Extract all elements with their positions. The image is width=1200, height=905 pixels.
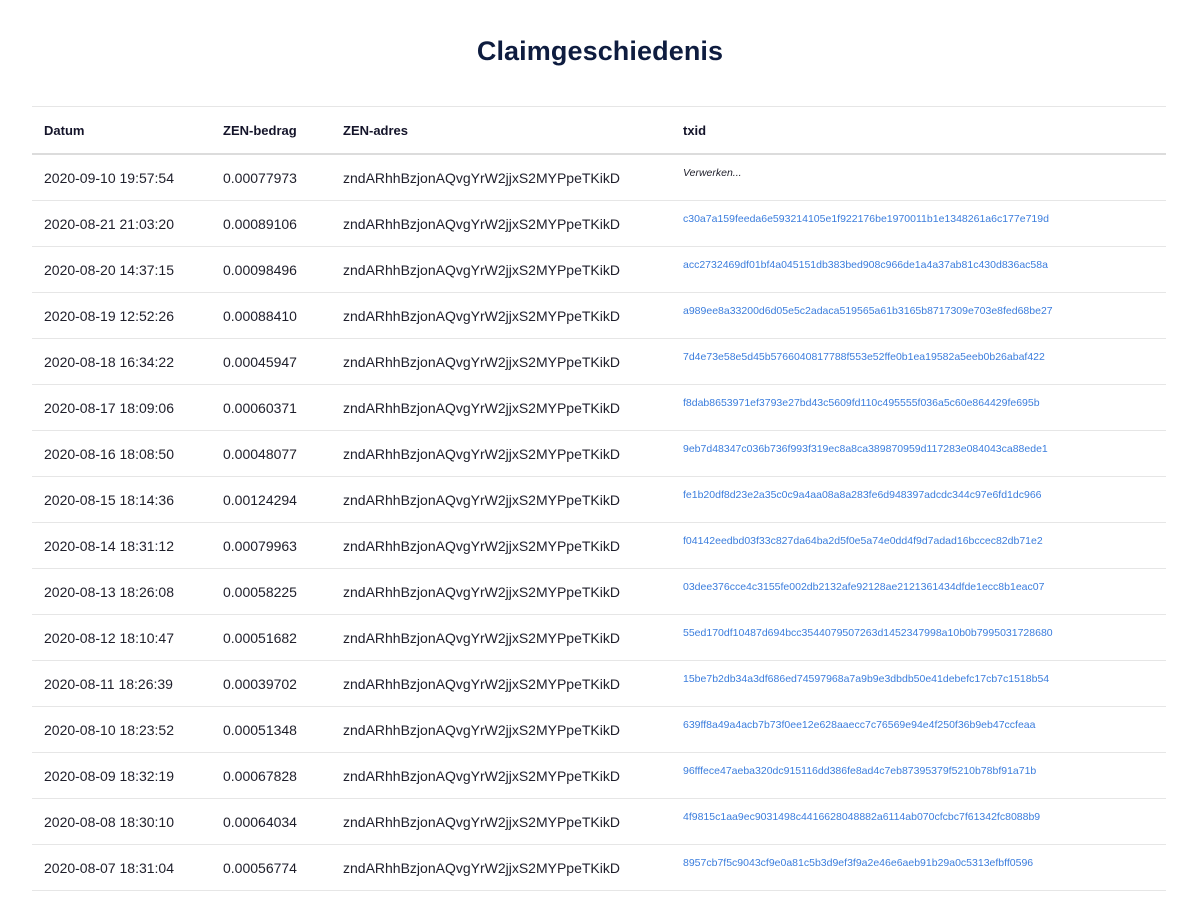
txid-link[interactable]: 639ff8a49a4acb7b73f0ee12e628aaecc7c76569… bbox=[683, 707, 1035, 731]
table-row: 2020-08-12 18:10:47 0.00051682 zndARhhBzjo… bbox=[32, 615, 1166, 661]
cell-address: zndARhhBzjonAQvgYrW2jjxS2MYPpeTKikD bbox=[343, 445, 620, 462]
table-row: 2020-08-18 16:34:22 0.00045947 zndARhhBzjo… bbox=[32, 339, 1166, 385]
cell-date: 2020-08-19 12:52:26 bbox=[44, 307, 174, 324]
cell-date: 2020-08-15 18:14:36 bbox=[44, 491, 174, 508]
cell-address: zndARhhBzjonAQvgYrW2jjxS2MYPpeTKikD bbox=[343, 261, 620, 278]
cell-amount: 0.00067828 bbox=[223, 767, 297, 784]
txid-link[interactable]: f04142eedbd03f33c827da64ba2d5f0e5a74e0dd… bbox=[683, 523, 1043, 547]
cell-amount: 0.00045947 bbox=[223, 353, 297, 370]
cell-amount: 0.00124294 bbox=[223, 491, 297, 508]
cell-date: 2020-08-16 18:08:50 bbox=[44, 445, 174, 462]
cell-address: zndARhhBzjonAQvgYrW2jjxS2MYPpeTKikD bbox=[343, 721, 620, 738]
claim-history-table: Datum ZEN-bedrag ZEN-adres txid 2020-09-… bbox=[32, 106, 1166, 891]
column-header-txid: txid bbox=[683, 122, 707, 138]
table-row: 2020-09-10 19:57:54 0.00077973 zndARhhBzjo… bbox=[32, 155, 1166, 201]
table-row: 2020-08-11 18:26:39 0.00039702 zndARhhBzjo… bbox=[32, 661, 1166, 707]
column-header-amount: ZEN-bedrag bbox=[223, 122, 297, 138]
cell-amount: 0.00058225 bbox=[223, 583, 297, 600]
cell-date: 2020-08-08 18:30:10 bbox=[44, 813, 174, 830]
cell-address: zndARhhBzjonAQvgYrW2jjxS2MYPpeTKikD bbox=[343, 583, 620, 600]
cell-amount: 0.00039702 bbox=[223, 675, 297, 692]
page-title: Claimgeschiedenis bbox=[476, 36, 724, 66]
cell-date: 2020-08-18 16:34:22 bbox=[44, 353, 174, 370]
cell-address: zndARhhBzjonAQvgYrW2jjxS2MYPpeTKikD bbox=[343, 767, 620, 784]
cell-amount: 0.00051682 bbox=[223, 629, 297, 646]
table-row: 2020-08-20 14:37:15 0.00098496 zndARhhBzjo… bbox=[32, 247, 1166, 293]
table-row: 2020-08-17 18:09:06 0.00060371 zndARhhBzjo… bbox=[32, 385, 1166, 431]
txid-link[interactable]: 7d4e73e58e5d45b5766040817788f553e52ffe0b… bbox=[683, 339, 1045, 363]
column-header-address: ZEN-adres bbox=[343, 122, 409, 138]
claim-history-page: Claimgeschiedenis Datum ZEN-bedrag ZEN-a… bbox=[0, 0, 1200, 905]
table-header-row: Datum ZEN-bedrag ZEN-adres txid bbox=[32, 107, 1166, 155]
cell-date: 2020-08-07 18:31:04 bbox=[44, 859, 174, 876]
cell-date: 2020-08-21 21:03:20 bbox=[44, 215, 174, 232]
cell-address: zndARhhBzjonAQvgYrW2jjxS2MYPpeTKikD bbox=[343, 353, 620, 370]
txid-link[interactable]: 8957cb7f5c9043cf9e0a81c5b3d9ef3f9a2e46e6… bbox=[683, 845, 1033, 869]
cell-date: 2020-08-10 18:23:52 bbox=[44, 721, 174, 738]
table-row: 2020-08-13 18:26:08 0.00058225 zndARhhBzjo… bbox=[32, 569, 1166, 615]
cell-address: zndARhhBzjonAQvgYrW2jjxS2MYPpeTKikD bbox=[343, 215, 620, 232]
txid-link[interactable]: 55ed170df10487d694bcc3544079507263d14523… bbox=[683, 615, 1053, 639]
txid-link[interactable]: c30a7a159feeda6e593214105e1f922176be1970… bbox=[683, 201, 1049, 225]
txid-link[interactable]: 4f9815c1aa9ec9031498c4416628048882a6114a… bbox=[683, 799, 1040, 823]
cell-address: zndARhhBzjonAQvgYrW2jjxS2MYPpeTKikD bbox=[343, 307, 620, 324]
txid-link[interactable]: f8dab8653971ef3793e27bd43c5609fd110c4955… bbox=[683, 385, 1040, 409]
table-row: 2020-08-07 18:31:04 0.00056774 zndARhhBzjo… bbox=[32, 845, 1166, 891]
cell-address: zndARhhBzjonAQvgYrW2jjxS2MYPpeTKikD bbox=[343, 169, 620, 186]
cell-date: 2020-08-09 18:32:19 bbox=[44, 767, 174, 784]
cell-amount: 0.00088410 bbox=[223, 307, 297, 324]
column-header-date: Datum bbox=[44, 122, 85, 138]
cell-date: 2020-08-13 18:26:08 bbox=[44, 583, 174, 600]
txid-link[interactable]: 96fffece47aeba320dc915116dd386fe8ad4c7eb… bbox=[683, 753, 1036, 777]
table-row: 2020-08-16 18:08:50 0.00048077 zndARhhBzjo… bbox=[32, 431, 1166, 477]
cell-date: 2020-08-17 18:09:06 bbox=[44, 399, 174, 416]
table-row: 2020-08-08 18:30:10 0.00064034 zndARhhBzjo… bbox=[32, 799, 1166, 845]
cell-date: 2020-08-12 18:10:47 bbox=[44, 629, 174, 646]
cell-date: 2020-09-10 19:57:54 bbox=[44, 169, 174, 186]
cell-address: zndARhhBzjonAQvgYrW2jjxS2MYPpeTKikD bbox=[343, 629, 620, 646]
cell-address: zndARhhBzjonAQvgYrW2jjxS2MYPpeTKikD bbox=[343, 399, 620, 416]
cell-amount: 0.00060371 bbox=[223, 399, 297, 416]
txid-link[interactable]: a989ee8a33200d6d05e5c2adaca519565a61b316… bbox=[683, 293, 1053, 317]
txid-link[interactable]: 9eb7d48347c036b736f993f319ec8a8ca3898709… bbox=[683, 431, 1048, 455]
cell-amount: 0.00056774 bbox=[223, 859, 297, 876]
cell-amount: 0.00048077 bbox=[223, 445, 297, 462]
cell-address: zndARhhBzjonAQvgYrW2jjxS2MYPpeTKikD bbox=[343, 491, 620, 508]
cell-date: 2020-08-20 14:37:15 bbox=[44, 261, 174, 278]
table-row: 2020-08-10 18:23:52 0.00051348 zndARhhBzjo… bbox=[32, 707, 1166, 753]
txid-link[interactable]: fe1b20df8d23e2a35c0c9a4aa08a8a283fe6d948… bbox=[683, 477, 1042, 501]
table-body: 2020-09-10 19:57:54 0.00077973 zndARhhBzjo… bbox=[32, 155, 1166, 891]
cell-amount: 0.00051348 bbox=[223, 721, 297, 738]
table-row: 2020-08-15 18:14:36 0.00124294 zndARhhBzjo… bbox=[32, 477, 1166, 523]
table-row: 2020-08-14 18:31:12 0.00079963 zndARhhBzjo… bbox=[32, 523, 1166, 569]
table-row: 2020-08-19 12:52:26 0.00088410 zndARhhBzjo… bbox=[32, 293, 1166, 339]
cell-amount: 0.00064034 bbox=[223, 813, 297, 830]
cell-address: zndARhhBzjonAQvgYrW2jjxS2MYPpeTKikD bbox=[343, 813, 620, 830]
cell-address: zndARhhBzjonAQvgYrW2jjxS2MYPpeTKikD bbox=[343, 537, 620, 554]
cell-amount: 0.00077973 bbox=[223, 169, 297, 186]
txid-link[interactable]: 15be7b2db34a3df686ed74597968a7a9b9e3dbdb… bbox=[683, 661, 1049, 685]
cell-date: 2020-08-11 18:26:39 bbox=[44, 675, 173, 692]
cell-amount: 0.00079963 bbox=[223, 537, 297, 554]
cell-amount: 0.00098496 bbox=[223, 261, 297, 278]
cell-address: zndARhhBzjonAQvgYrW2jjxS2MYPpeTKikD bbox=[343, 675, 620, 692]
table-row: 2020-08-09 18:32:19 0.00067828 zndARhhBzjo… bbox=[32, 753, 1166, 799]
cell-amount: 0.00089106 bbox=[223, 215, 297, 232]
cell-address: zndARhhBzjonAQvgYrW2jjxS2MYPpeTKikD bbox=[343, 859, 620, 876]
txid-link[interactable]: 03dee376cce4c3155fe002db2132afe92128ae21… bbox=[683, 569, 1044, 593]
cell-date: 2020-08-14 18:31:12 bbox=[44, 537, 174, 554]
txid-link[interactable]: acc2732469df01bf4a045151db383bed908c966d… bbox=[683, 247, 1048, 271]
cell-txid-pending: Verwerken... bbox=[683, 167, 742, 179]
table-row: 2020-08-21 21:03:20 0.00089106 zndARhhBzjo… bbox=[32, 201, 1166, 247]
